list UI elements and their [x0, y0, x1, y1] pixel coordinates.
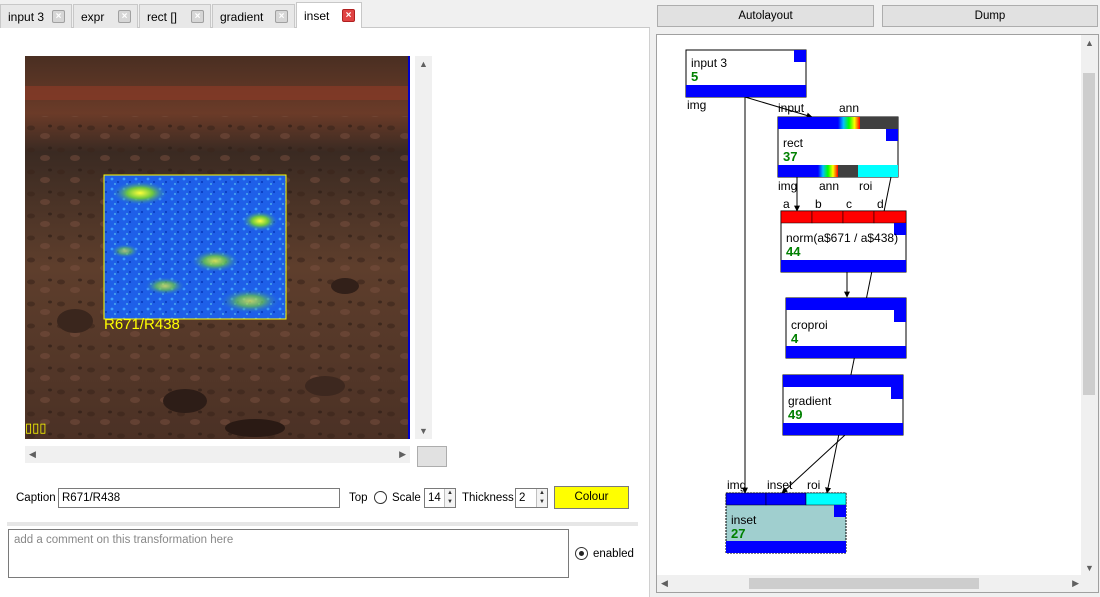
node-number: 27 — [731, 526, 745, 541]
tab-gradient[interactable]: gradient × — [212, 4, 295, 28]
node-gradient[interactable]: gradient 49 — [782, 374, 904, 436]
scroll-right-icon[interactable]: ▶ — [399, 449, 406, 460]
thickness-value: 2 — [519, 492, 526, 504]
tab-label: input 3 — [8, 9, 45, 24]
port-label: a — [783, 197, 790, 211]
tab-inset[interactable]: inset × — [296, 2, 362, 29]
caption-label: Caption — [16, 492, 56, 504]
tab-label: expr — [81, 9, 105, 24]
inset-overlay[interactable] — [103, 174, 287, 320]
graph-vertical-scrollbar[interactable]: ▲ ▼ — [1081, 35, 1098, 576]
scroll-thumb[interactable] — [1083, 73, 1095, 395]
port-label: b — [815, 197, 822, 211]
scroll-up-icon[interactable]: ▲ — [1085, 38, 1094, 48]
node-number: 44 — [786, 244, 801, 259]
port-label: ann — [819, 179, 839, 193]
caption-input[interactable] — [58, 488, 340, 508]
tab-label: gradient — [220, 9, 264, 24]
port-label: roi — [807, 478, 820, 492]
decrement-icon[interactable]: ▼ — [537, 498, 547, 507]
close-icon[interactable]: × — [118, 10, 131, 23]
scroll-up-icon[interactable]: ▲ — [419, 59, 428, 69]
dump-button[interactable]: Dump — [882, 5, 1098, 27]
port-label: img — [687, 98, 706, 112]
enabled-toggle[interactable]: enabled — [575, 547, 634, 560]
close-icon[interactable]: × — [275, 10, 288, 23]
scale-label: Scale — [392, 492, 421, 504]
port-label: d — [877, 197, 884, 211]
autolayout-button[interactable]: Autolayout — [657, 5, 874, 27]
scroll-thumb[interactable] — [749, 578, 979, 589]
graph-horizontal-scrollbar[interactable]: ◀ ▶ — [657, 575, 1083, 592]
fit-button[interactable] — [417, 446, 447, 467]
tab-input-3[interactable]: input 3 × — [0, 4, 72, 28]
node-title: input 3 — [691, 56, 727, 70]
scroll-corner — [1081, 575, 1098, 592]
scroll-right-icon[interactable]: ▶ — [1072, 578, 1079, 589]
scale-spinbox[interactable]: 14 ▲ ▼ — [424, 488, 456, 508]
scroll-down-icon[interactable]: ▼ — [1085, 563, 1094, 573]
inset-editor-panel: R671/R438 ▯▯▯ ▲ ▼ ◀ ▶ Caption Top Scale … — [0, 28, 650, 597]
image-vertical-scrollbar[interactable]: ▲ ▼ — [415, 56, 432, 439]
port-label: c — [846, 197, 852, 211]
port-label: roi — [859, 179, 872, 193]
node-rect[interactable]: input ann rect 37 img ann roi — [777, 101, 899, 193]
inset-caption: R671/R438 — [104, 316, 180, 333]
splitter[interactable] — [7, 522, 638, 526]
port-label: img — [778, 179, 797, 193]
node-number: 49 — [788, 407, 802, 422]
node-number: 4 — [791, 331, 799, 346]
top-label: Top — [349, 492, 368, 504]
node-title: croproi — [791, 318, 828, 332]
increment-icon[interactable]: ▲ — [537, 489, 547, 498]
node-croproi[interactable]: croproi 4 — [785, 297, 907, 359]
close-icon[interactable]: × — [342, 9, 355, 22]
decrement-icon[interactable]: ▼ — [445, 498, 455, 507]
scroll-left-icon[interactable]: ◀ — [661, 578, 668, 589]
close-icon[interactable]: × — [191, 10, 204, 23]
scale-value: 14 — [428, 492, 441, 504]
node-title: rect — [783, 136, 804, 150]
node-number: 37 — [783, 149, 797, 164]
scroll-down-icon[interactable]: ▼ — [419, 426, 428, 436]
graph-view[interactable]: input 3 5 img input ann rect 37 img ann … — [656, 34, 1099, 593]
app-window: input 3 × expr × rect [] × gradient × in… — [0, 0, 1100, 597]
node-norm[interactable]: a b c d norm(a$671 / a$438) 44 — [780, 197, 907, 273]
port-label: input — [778, 101, 805, 115]
mars-image: R671/R438 ▯▯▯ — [25, 56, 410, 439]
spin-arrows[interactable]: ▲ ▼ — [444, 489, 455, 507]
comment-textarea[interactable]: add a comment on this transformation her… — [8, 529, 569, 578]
node-title: gradient — [788, 394, 832, 408]
node-title: inset — [731, 513, 757, 527]
node-title: norm(a$671 / a$438) — [786, 231, 898, 245]
port-label: img — [727, 478, 746, 492]
image-canvas[interactable]: R671/R438 ▯▯▯ — [25, 56, 410, 439]
tab-label: inset — [304, 9, 330, 23]
image-horizontal-scrollbar[interactable]: ◀ ▶ — [25, 446, 410, 463]
enabled-radio[interactable] — [575, 547, 588, 560]
thickness-spinbox[interactable]: 2 ▲ ▼ — [515, 488, 548, 508]
corner-marks: ▯▯▯ — [25, 420, 46, 435]
tab-bar: input 3 × expr × rect [] × gradient × in… — [0, 0, 650, 29]
top-radio[interactable] — [374, 491, 387, 504]
tab-label: rect [] — [147, 9, 178, 24]
close-icon[interactable]: × — [52, 10, 65, 23]
node-graph: input 3 5 img input ann rect 37 img ann … — [685, 49, 907, 554]
enabled-label: enabled — [593, 547, 634, 560]
tab-rect[interactable]: rect [] × — [139, 4, 211, 28]
increment-icon[interactable]: ▲ — [445, 489, 455, 498]
spin-arrows[interactable]: ▲ ▼ — [536, 489, 547, 507]
port-label: inset — [767, 478, 793, 492]
thickness-label: Thickness — [462, 492, 514, 504]
scroll-left-icon[interactable]: ◀ — [29, 449, 36, 460]
port-label: ann — [839, 101, 859, 115]
tab-expr[interactable]: expr × — [73, 4, 138, 28]
node-number: 5 — [691, 69, 698, 84]
colour-button[interactable]: Colour — [554, 486, 629, 509]
